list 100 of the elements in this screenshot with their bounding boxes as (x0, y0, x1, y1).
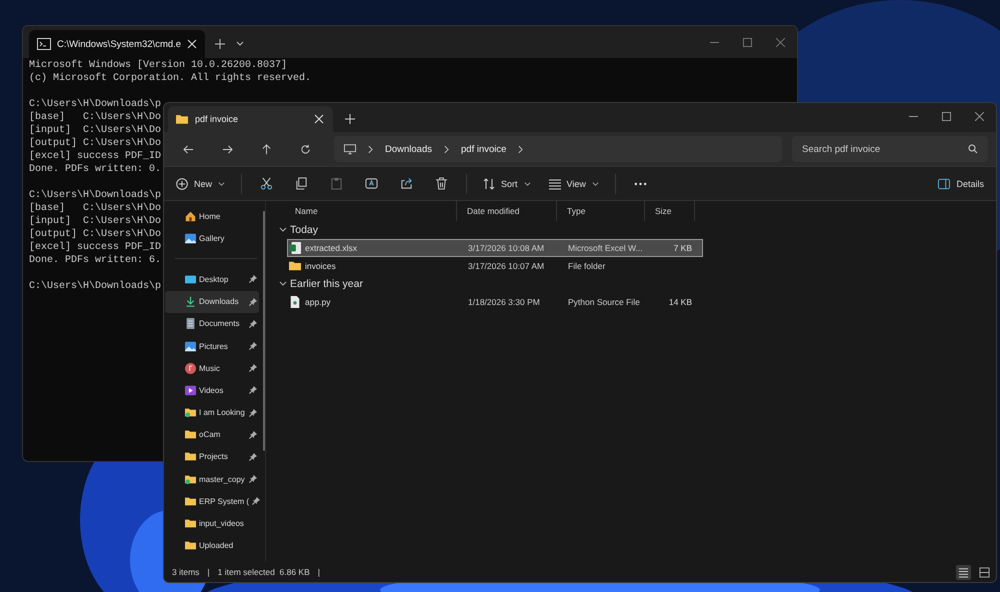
chevron-down-icon (279, 280, 287, 288)
file-name: extracted.xlsx (305, 243, 357, 253)
sidebar-item[interactable]: Pictures (165, 334, 259, 358)
maximize-icon[interactable] (743, 38, 752, 47)
paste-icon[interactable] (330, 177, 344, 190)
sidebar-item[interactable]: Projects (165, 446, 259, 468)
console-line: Done. PDFs written: 0. (29, 164, 162, 175)
share-icon[interactable] (400, 177, 414, 190)
sidebar-item[interactable]: oCam (165, 424, 259, 446)
folder-icon (289, 260, 301, 272)
folder-icon (185, 429, 196, 440)
console-line: C:\Users\H\Downloads\p (29, 281, 162, 292)
chevron-right-icon (444, 144, 449, 154)
music-icon (185, 362, 196, 374)
console-line: [base] C:\Users\H\Do (29, 203, 162, 214)
chevron-down-icon (279, 226, 287, 234)
console-line: [base] C:\Users\H\Do (29, 112, 162, 123)
new-tab-icon[interactable] (345, 114, 355, 124)
file-row[interactable]: extracted.xlsx 3/17/2026 10:08 AM Microsoft Excel W... 7 KB (287, 239, 703, 257)
folder-icon (185, 451, 196, 462)
file-row[interactable]: app.py 1/18/2026 3:30 PM Python Source File 14 KB (287, 293, 703, 311)
cut-icon[interactable] (260, 177, 274, 190)
folder-icon (185, 540, 196, 552)
tab-title: pdf invoice (195, 114, 240, 124)
group-header[interactable]: Today (279, 221, 996, 239)
delete-icon[interactable] (435, 177, 448, 190)
console-line: [excel] success PDF_ID (29, 242, 162, 253)
console-line: Done. PDFs written: 6. (29, 255, 162, 266)
plus-circle-icon (176, 178, 188, 190)
maximize-icon[interactable] (942, 112, 951, 121)
folder-icon (185, 407, 196, 418)
rename-icon[interactable] (365, 177, 378, 190)
sidebar-item[interactable]: master_copy (165, 468, 259, 490)
more-icon[interactable] (634, 182, 647, 186)
folder-icon (185, 496, 196, 507)
terminal-tab[interactable]: C:\Windows\System32\cmd.e (29, 30, 205, 58)
type-cell-text: File folder (567, 261, 606, 271)
chevron-down-icon (218, 180, 226, 187)
sidebar-item[interactable]: Gallery (165, 227, 259, 250)
sidebar-item[interactable]: Videos (165, 379, 259, 402)
copy-icon[interactable] (295, 177, 308, 190)
size-cell: 7 KB (674, 243, 692, 253)
console-line: C:\Users\H\Downloads\p (29, 190, 162, 201)
view-button[interactable]: View (542, 174, 605, 194)
monitor-icon (344, 144, 356, 154)
type-cell-text: Microsoft Excel W... (567, 243, 644, 253)
new-tab-icon[interactable] (215, 39, 225, 49)
sidebar-item[interactable]: ERP System ( (165, 490, 259, 512)
chevron-right-icon (518, 144, 524, 154)
column-header[interactable]: Size (645, 201, 695, 221)
chevron-down-icon (592, 180, 599, 187)
details-button[interactable]: Details (932, 174, 990, 194)
sidebar-item[interactable]: Desktop (165, 268, 259, 291)
up-icon[interactable] (261, 144, 272, 154)
folder-tab[interactable]: pdf invoice (168, 106, 333, 132)
details-view-icon[interactable] (956, 564, 971, 580)
group-header[interactable]: Earlier this year (279, 275, 996, 293)
folder-icon (185, 474, 196, 485)
file-row[interactable]: invoices 3/17/2026 10:07 AM File folder (287, 257, 703, 275)
file-name: invoices (305, 261, 336, 271)
terminal-icon (37, 38, 51, 50)
download-icon (185, 296, 196, 308)
sidebar-item[interactable]: Uploaded (165, 534, 259, 557)
column-header[interactable]: Type (557, 201, 645, 221)
column-header[interactable]: Name (285, 201, 457, 221)
close-icon[interactable] (975, 112, 984, 121)
back-icon[interactable] (183, 144, 194, 154)
video-icon (185, 384, 196, 396)
breadcrumb-item[interactable]: pdf invoice (461, 144, 506, 154)
home-icon (185, 210, 196, 222)
status-text: 3 items (172, 567, 200, 577)
tab-title: C:\Windows\System32\cmd.e (57, 38, 182, 50)
sort-icon (483, 178, 496, 190)
search-field[interactable]: Search pdf invoice (792, 136, 988, 162)
forward-icon[interactable] (222, 144, 233, 154)
refresh-icon[interactable] (300, 144, 311, 154)
column-header[interactable]: Date modified (457, 201, 557, 221)
search-icon[interactable] (968, 144, 978, 154)
sidebar-item[interactable]: Music (165, 357, 259, 380)
sort-button[interactable]: Sort (477, 174, 537, 194)
console-line: C:\Users\H\Downloads\p (29, 99, 162, 110)
sidebar-item[interactable]: input_videos (165, 512, 259, 535)
sidebar-item[interactable]: I am Looking (165, 402, 259, 424)
file-name: app.py (305, 297, 331, 307)
console-line: Microsoft Windows [Version 10.0.26200.8037] (29, 60, 288, 71)
chevron-down-icon (524, 180, 531, 187)
separator: | (207, 567, 210, 577)
address-bar[interactable]: Downloads pdf invoice (334, 136, 782, 162)
document-icon (185, 318, 196, 330)
date-cell-text: 3/17/2026 10:08 AM (467, 243, 546, 253)
breadcrumb-item[interactable]: Downloads (385, 144, 432, 154)
sidebar-item[interactable]: Downloads (165, 290, 259, 313)
sidebar-item[interactable]: Home (165, 205, 259, 228)
sidebar-item[interactable]: Documents (165, 312, 259, 335)
image-icon (185, 340, 196, 352)
tiles-view-icon[interactable] (977, 564, 992, 580)
new-button[interactable]: New (170, 174, 232, 194)
chevron-right-icon (368, 144, 373, 154)
size-cell: 14 KB (668, 297, 692, 307)
console-line: (c) Microsoft Corporation. All rights reserved. (29, 73, 312, 84)
